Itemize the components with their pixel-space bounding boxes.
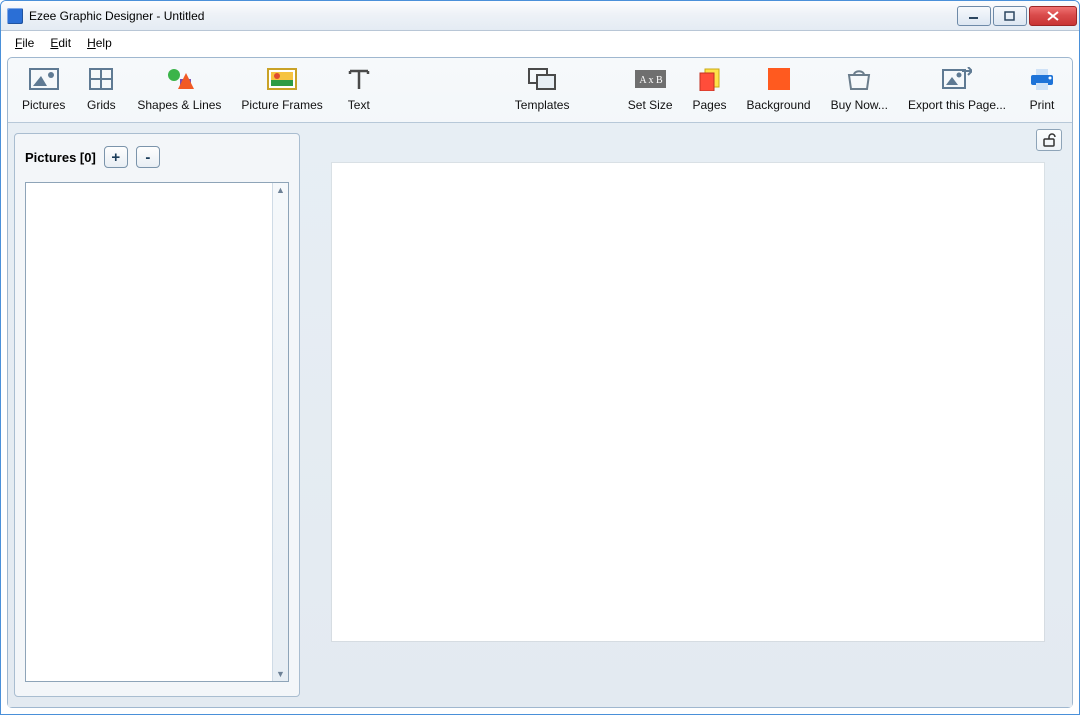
tool-label: Set Size	[628, 98, 673, 112]
workarea: Pictures [0] + - ▲ ▼	[8, 123, 1072, 707]
tool-setsize[interactable]: A x B Set Size	[618, 62, 683, 116]
app-icon	[7, 8, 23, 24]
pictures-icon	[28, 66, 60, 92]
side-panel-container: Pictures [0] + - ▲ ▼	[8, 123, 306, 707]
canvas[interactable]	[332, 163, 1044, 641]
tool-text[interactable]: Text	[333, 62, 385, 116]
tool-label: Buy Now...	[831, 98, 888, 112]
titlebar: Ezee Graphic Designer - Untitled	[1, 1, 1079, 31]
panel-header: Pictures [0] + -	[15, 134, 299, 178]
maximize-icon	[1004, 11, 1016, 21]
tool-label: Export this Page...	[908, 98, 1006, 112]
tool-label: Grids	[87, 98, 116, 112]
canvas-area	[306, 123, 1072, 707]
close-button[interactable]	[1029, 6, 1077, 26]
tool-label: Background	[747, 98, 811, 112]
tool-templates[interactable]: Templates	[505, 62, 580, 116]
close-icon	[1046, 11, 1060, 21]
shapes-icon	[163, 66, 195, 92]
menu-edit[interactable]: Edit	[42, 31, 79, 55]
tool-label: Print	[1030, 98, 1055, 112]
bag-icon	[843, 66, 875, 92]
lock-toggle[interactable]	[1036, 129, 1062, 151]
unlock-icon	[1042, 133, 1056, 147]
tool-label: Picture Frames	[241, 98, 322, 112]
scroll-up-icon[interactable]: ▲	[273, 183, 288, 197]
tool-frames[interactable]: Picture Frames	[231, 62, 332, 116]
toolbar: Pictures Grids Shapes & Lines Picture Fr…	[8, 58, 1072, 123]
tool-label: Text	[348, 98, 370, 112]
tool-label: Templates	[515, 98, 570, 112]
export-icon	[941, 66, 973, 92]
minimize-button[interactable]	[957, 6, 991, 26]
tool-print[interactable]: Print	[1016, 62, 1068, 116]
print-icon	[1026, 66, 1058, 92]
menubar: File Edit Help	[1, 31, 1079, 55]
tool-buy[interactable]: Buy Now...	[821, 62, 898, 116]
tool-export[interactable]: Export this Page...	[898, 62, 1016, 116]
pictures-list[interactable]: ▲ ▼	[25, 182, 289, 682]
templates-icon	[526, 66, 558, 92]
maximize-button[interactable]	[993, 6, 1027, 26]
tool-label: Pages	[693, 98, 727, 112]
background-icon	[763, 66, 795, 92]
main-frame: Pictures Grids Shapes & Lines Picture Fr…	[7, 57, 1073, 708]
pictures-panel: Pictures [0] + - ▲ ▼	[14, 133, 300, 697]
tool-shapes[interactable]: Shapes & Lines	[127, 62, 231, 116]
app-window: Ezee Graphic Designer - Untitled File Ed…	[0, 0, 1080, 715]
tool-grids[interactable]: Grids	[75, 62, 127, 116]
scroll-down-icon[interactable]: ▼	[273, 667, 288, 681]
menu-help[interactable]: Help	[79, 31, 120, 55]
tool-label: Pictures	[22, 98, 65, 112]
window-title: Ezee Graphic Designer - Untitled	[29, 9, 204, 23]
scrollbar[interactable]: ▲ ▼	[272, 183, 288, 681]
grids-icon	[85, 66, 117, 92]
setsize-icon: A x B	[634, 66, 666, 92]
svg-text:A x B: A x B	[639, 75, 663, 86]
tool-label: Shapes & Lines	[137, 98, 221, 112]
text-icon	[343, 66, 375, 92]
minimize-icon	[968, 11, 980, 21]
panel-title: Pictures [0]	[25, 150, 96, 165]
remove-picture-button[interactable]: -	[136, 146, 160, 168]
tool-pages[interactable]: Pages	[683, 62, 737, 116]
add-picture-button[interactable]: +	[104, 146, 128, 168]
menu-file[interactable]: File	[7, 31, 42, 55]
tool-pictures[interactable]: Pictures	[12, 62, 75, 116]
pages-icon	[694, 66, 726, 92]
tool-background[interactable]: Background	[737, 62, 821, 116]
frames-icon	[266, 66, 298, 92]
